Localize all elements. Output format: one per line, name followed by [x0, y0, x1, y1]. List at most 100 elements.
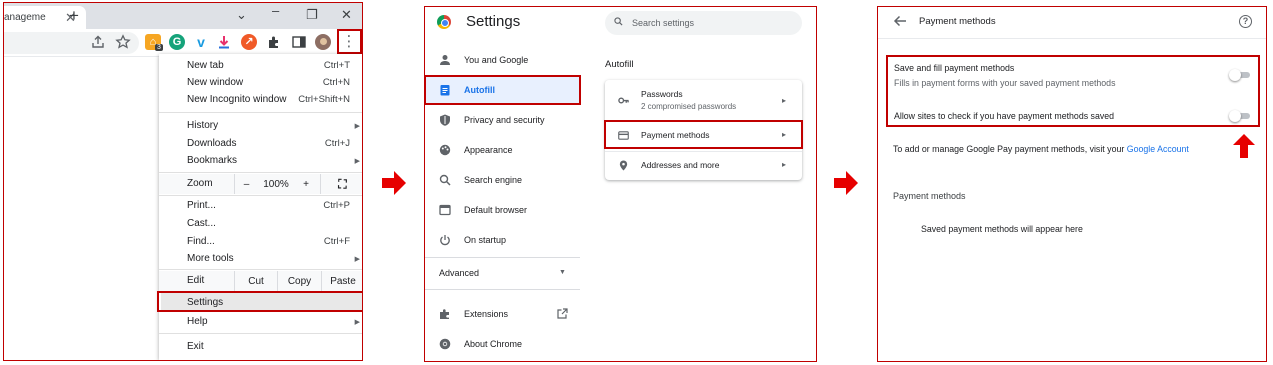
- download-icon[interactable]: [216, 34, 232, 50]
- addresses-row[interactable]: Addresses and more ▸: [605, 152, 802, 180]
- shortcut-downloads: Ctrl+J: [324, 138, 350, 149]
- zoom-in-button[interactable]: +: [294, 174, 318, 194]
- paste-button[interactable]: Paste: [321, 271, 362, 291]
- passwords-row[interactable]: Passwords 2 compromised passwords ▸: [605, 80, 802, 120]
- zoom-out-button[interactable]: –: [234, 174, 258, 194]
- shortcut-new-window: Ctrl+N: [322, 77, 350, 88]
- nav-divider: [425, 289, 580, 290]
- nav-appearance[interactable]: Appearance: [425, 137, 579, 163]
- puzzle-icon[interactable]: [266, 34, 282, 50]
- menu-more-tools[interactable]: More tools: [187, 253, 234, 264]
- chrome-logo-icon: [437, 15, 451, 29]
- new-tab-icon[interactable]: +: [69, 6, 79, 26]
- bookmark-star-icon[interactable]: [115, 34, 131, 50]
- menu-help[interactable]: Help: [187, 316, 208, 327]
- nav-on-startup[interactable]: On startup: [425, 227, 579, 253]
- submenu-arrow-icon: ▶: [354, 319, 360, 326]
- nav-advanced[interactable]: Advanced ▼: [425, 260, 579, 286]
- cut-button[interactable]: Cut: [234, 271, 277, 291]
- right-arrow-icon: [382, 171, 406, 195]
- help-icon[interactable]: ?: [1239, 15, 1252, 28]
- payment-methods-highlight: [604, 120, 803, 149]
- submenu-arrow-icon: ▶: [354, 256, 360, 263]
- toggles-highlight: [886, 55, 1260, 127]
- nav-label: About Chrome: [464, 339, 523, 349]
- menu-cast[interactable]: Cast...: [187, 218, 216, 229]
- row-label: Addresses and more: [641, 160, 720, 170]
- shield-icon: [440, 114, 450, 126]
- autofill-highlight: [425, 75, 581, 105]
- row-sublabel: 2 compromised passwords: [641, 102, 737, 111]
- menu-downloads[interactable]: Downloads: [187, 138, 236, 149]
- restore-icon[interactable]: ❐: [306, 7, 318, 23]
- menu-new-window[interactable]: New window: [187, 77, 243, 88]
- shortcut-incognito: Ctrl+Shift+N: [298, 94, 350, 105]
- translate-extension-icon[interactable]: ↗: [241, 34, 257, 50]
- nav-default-browser[interactable]: Default browser: [425, 197, 579, 223]
- back-arrow-icon[interactable]: [893, 15, 907, 27]
- zoom-row: Zoom – 100% + ⛶: [159, 174, 362, 194]
- puzzle-icon: [440, 309, 449, 319]
- zoom-level: 100%: [263, 178, 289, 190]
- menu-incognito[interactable]: New Incognito window: [187, 94, 287, 105]
- nav-label: Extensions: [464, 309, 509, 319]
- magnifier-icon: [439, 174, 451, 186]
- shortcut-find: Ctrl+F: [323, 236, 350, 247]
- search-input[interactable]: Search settings: [605, 11, 802, 35]
- nav-label: You and Google: [464, 55, 529, 65]
- nav-label: Advanced: [439, 268, 480, 278]
- nav-you-and-google[interactable]: You and Google: [425, 47, 579, 73]
- external-link-icon: [557, 308, 568, 319]
- chevron-down-icon[interactable]: ⌄: [236, 7, 247, 23]
- settings-highlight: [157, 291, 362, 312]
- fullscreen-icon[interactable]: ⛶: [320, 174, 362, 194]
- browser-toolbar: ⌂ 3 G v ↗ ⋮: [4, 29, 362, 57]
- minimize-icon[interactable]: –: [272, 3, 279, 18]
- google-pay-text: To add or manage Google Pay payment meth…: [893, 144, 1125, 154]
- menu-bookmarks[interactable]: Bookmarks: [187, 155, 237, 166]
- location-pin-icon: [619, 160, 628, 171]
- menu-new-tab[interactable]: New tab: [187, 60, 224, 71]
- payment-methods-panel: Payment methods ? Save and fill payment …: [877, 6, 1267, 362]
- nav-search-engine[interactable]: Search engine: [425, 167, 579, 193]
- arrow-right-icon: ▸: [781, 96, 786, 105]
- submenu-arrow-icon: ▶: [354, 158, 360, 165]
- nav-extensions[interactable]: Extensions: [425, 301, 579, 327]
- nav-label: Default browser: [464, 205, 528, 215]
- nav-privacy[interactable]: Privacy and security: [425, 107, 579, 133]
- vimeo-icon[interactable]: v: [193, 34, 209, 50]
- menu-divider: [159, 112, 362, 113]
- power-icon: [440, 235, 450, 246]
- side-panel-icon[interactable]: [291, 34, 307, 50]
- menu-divider: [159, 269, 362, 270]
- nav-about-chrome[interactable]: About Chrome: [425, 331, 579, 357]
- copy-button[interactable]: Copy: [277, 271, 321, 291]
- google-pay-note: To add or manage Google Pay payment meth…: [893, 144, 1189, 154]
- edit-row: Edit Cut Copy Paste: [159, 271, 362, 291]
- nav-label: Appearance: [464, 145, 513, 155]
- grammarly-icon[interactable]: G: [169, 34, 185, 50]
- nav-label: Search engine: [464, 175, 523, 185]
- right-arrow-icon: [834, 171, 858, 195]
- page-title: Payment methods: [919, 16, 996, 27]
- chrome-menu: New tab Ctrl+T New window Ctrl+N New Inc…: [159, 54, 362, 360]
- submenu-arrow-icon: ▶: [354, 123, 360, 130]
- tab-strip: anageme ✕ + ⌄ – ❐ ✕: [4, 3, 362, 29]
- extension-badge: 3: [155, 44, 163, 51]
- share-icon[interactable]: [90, 34, 106, 50]
- menu-exit[interactable]: Exit: [187, 341, 204, 352]
- avatar[interactable]: [315, 34, 331, 50]
- window-close-icon[interactable]: ✕: [341, 7, 352, 23]
- nav-label: On startup: [464, 235, 507, 245]
- header-divider: [878, 38, 1266, 39]
- menu-find[interactable]: Find...: [187, 236, 215, 247]
- google-account-link[interactable]: Google Account: [1127, 144, 1189, 154]
- tab-title: anageme: [4, 12, 46, 23]
- menu-print[interactable]: Print...: [187, 200, 216, 211]
- page-title: Settings: [466, 13, 521, 30]
- chrome-icon: [439, 338, 451, 350]
- menu-history[interactable]: History: [187, 120, 218, 131]
- menu-divider: [159, 333, 362, 334]
- up-arrow-icon: [1233, 134, 1255, 158]
- settings-panel: Settings Search settings You and Google …: [424, 6, 817, 362]
